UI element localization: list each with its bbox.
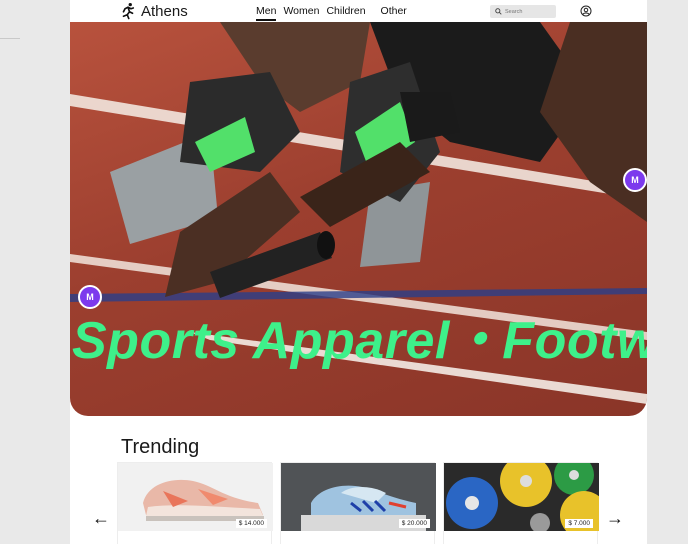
nav-item-men[interactable]: Men: [256, 5, 277, 21]
search-box[interactable]: [490, 5, 556, 18]
search-icon: [495, 8, 502, 15]
nav-item-women[interactable]: Women: [283, 5, 319, 17]
next-arrow-icon[interactable]: →: [606, 508, 624, 529]
avatar-badge[interactable]: M: [623, 168, 647, 192]
main-nav: Men Women Children Other: [256, 5, 407, 21]
product-card[interactable]: $ 14.000: [117, 462, 273, 544]
brand-name: Athens: [141, 2, 188, 20]
page: Athens Men Women Children Other Search S…: [70, 0, 647, 544]
search-input[interactable]: [505, 8, 553, 15]
product-card[interactable]: $ 20.000: [280, 462, 436, 544]
product-price: $ 7.000: [565, 519, 593, 528]
page-divider: [0, 38, 20, 39]
brand-logo[interactable]: Athens: [119, 2, 188, 20]
nav-item-children[interactable]: Children: [326, 5, 365, 17]
avatar-badge[interactable]: M: [78, 285, 102, 309]
product-price: $ 20.000: [398, 519, 430, 528]
trending-title: Trending: [121, 436, 200, 458]
nav-item-other[interactable]: Other: [381, 5, 407, 17]
product-card[interactable]: $ 7.000: [443, 462, 599, 544]
running-person-icon: [122, 2, 135, 20]
header: Athens Men Women Children Other: [70, 0, 647, 22]
prev-arrow-icon[interactable]: ←: [92, 508, 110, 529]
user-circle-icon[interactable]: [580, 5, 592, 17]
product-price: $ 14.000: [235, 519, 267, 528]
hero-banner[interactable]: Sports Apparel・Footwe M M: [70, 22, 647, 416]
hero-headline: Sports Apparel・Footwe: [72, 312, 647, 370]
